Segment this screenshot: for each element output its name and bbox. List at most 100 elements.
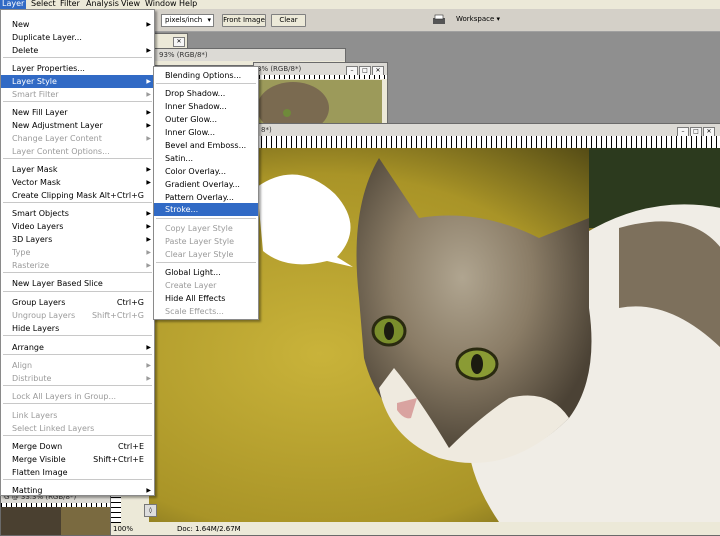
layer-menu-item-label: Distribute <box>12 374 52 383</box>
printer-icon[interactable] <box>432 14 446 26</box>
layer-menu-item-label: Layer Content Options... <box>12 147 110 156</box>
menu-help[interactable]: Help <box>177 0 199 9</box>
shortcut-label: Ctrl+G <box>116 298 144 307</box>
menu-separator <box>156 262 256 263</box>
layer-menu-item[interactable]: Merge Visible Shift+Ctrl+E <box>1 453 154 466</box>
layer-menu-item-label: New Layer Based Slice <box>12 279 103 288</box>
menu-layer[interactable]: Layer <box>0 0 27 9</box>
layer-menu-item[interactable]: Layer Properties... <box>1 62 154 75</box>
layer-style-menu-item-label: Blending Options... <box>165 71 242 80</box>
menu-select[interactable]: Select <box>29 0 58 9</box>
menu-separator <box>3 403 152 404</box>
layer-style-menu-item: Copy Layer Style <box>154 222 258 235</box>
shortcut-label: Alt+Ctrl+G <box>99 191 144 200</box>
layer-style-menu-item[interactable]: Global Light... <box>154 266 258 279</box>
layer-menu-item[interactable]: Hide Layers <box>1 322 154 335</box>
layer-menu-item: Lock All Layers in Group... <box>1 390 154 403</box>
layer-menu-item[interactable]: New Layer Based Slice <box>1 277 154 290</box>
menu-window[interactable]: Window <box>143 0 179 9</box>
layer-style-menu-item: Create Layer <box>154 279 258 292</box>
layer-style-menu-item[interactable]: Gradient Overlay... <box>154 178 258 191</box>
front-image-button[interactable]: Front Image <box>222 14 266 27</box>
zoom-level[interactable]: 100% <box>113 524 133 534</box>
menu-separator <box>3 202 152 203</box>
layer-style-menu-item[interactable]: Stroke... <box>154 203 258 216</box>
menu-separator <box>3 479 152 480</box>
submenu-arrow-icon: ▶ <box>146 91 151 98</box>
layer-style-menu-item[interactable]: Outer Glow... <box>154 113 258 126</box>
menu-separator <box>156 218 256 219</box>
menu-separator <box>3 272 152 273</box>
layer-style-menu-item-label: Clear Layer Style <box>165 250 234 259</box>
layer-style-menu-item-label: Inner Shadow... <box>165 102 227 111</box>
layer-style-menu-item[interactable]: Satin... <box>154 152 258 165</box>
layer-menu-item[interactable]: 3D Layers ▶ <box>1 233 154 246</box>
clear-button[interactable]: Clear <box>271 14 306 27</box>
layer-style-menu-item[interactable]: Inner Glow... <box>154 126 258 139</box>
doc-window-back-1[interactable]: ✕ <box>150 33 188 49</box>
layer-menu-item[interactable]: New Fill Layer ▶ <box>1 106 154 119</box>
menu-view[interactable]: View <box>119 0 142 9</box>
menu-separator <box>3 57 152 58</box>
workspace-menu[interactable]: Workspace ▾ <box>456 15 500 23</box>
scroll-arrow-icon[interactable]: ◊ <box>144 504 157 517</box>
menu-separator <box>3 335 152 336</box>
layer-menu-item-label: Flatten Image <box>12 468 68 477</box>
close-icon[interactable]: ✕ <box>173 37 185 47</box>
layer-menu-item[interactable]: Duplicate Layer... <box>1 31 154 44</box>
horizontal-ruler <box>254 75 387 79</box>
layer-style-menu-item-label: Drop Shadow... <box>165 89 226 98</box>
layer-style-menu-item-label: Pattern Overlay... <box>165 193 234 202</box>
layer-menu-item-label: New <box>12 20 30 29</box>
layer-menu-item[interactable]: Vector Mask ▶ <box>1 176 154 189</box>
layer-menu-item[interactable]: Create Clipping Mask Alt+Ctrl+G <box>1 189 154 202</box>
layer-menu-item[interactable]: Arrange ▶ <box>1 341 154 354</box>
layer-menu-item-label: Link Layers <box>12 411 58 420</box>
layer-menu-item[interactable]: Group Layers Ctrl+G <box>1 296 154 309</box>
layer-menu-item[interactable]: Layer Style ▶ <box>1 75 154 88</box>
layer-menu-item[interactable]: Layer Mask ▶ <box>1 163 154 176</box>
layer-style-menu-item[interactable]: Hide All Effects <box>154 292 258 305</box>
layer-menu-item-label: Ungroup Layers <box>12 311 76 320</box>
layer-style-menu-item-label: Color Overlay... <box>165 167 227 176</box>
layer-menu-item[interactable]: Smart Objects ▶ <box>1 207 154 220</box>
layer-menu-item[interactable]: Video Layers ▶ <box>1 220 154 233</box>
layer-style-menu-item[interactable]: Bevel and Emboss... <box>154 139 258 152</box>
layer-menu-item-label: Rasterize <box>12 261 50 270</box>
layer-menu-item-label: Merge Visible <box>12 455 66 464</box>
layer-style-menu-item-label: Stroke... <box>165 205 199 214</box>
layer-style-menu-item-label: Inner Glow... <box>165 128 216 137</box>
layer-menu-item-label: Delete <box>12 46 39 55</box>
layer-menu-item[interactable]: New ▶ <box>1 18 154 31</box>
layer-menu-item[interactable]: Merge Down Ctrl+E <box>1 440 154 453</box>
layer-menu-item-label: Smart Filter <box>12 90 59 99</box>
layer-style-menu-item[interactable]: Inner Shadow... <box>154 100 258 113</box>
layer-menu-item-label: Type <box>12 248 31 257</box>
layer-style-menu-item-label: Paste Layer Style <box>165 237 235 246</box>
layer-menu-item[interactable]: Flatten Image <box>1 466 154 479</box>
doc-window-back-3[interactable]: 3% (RGB/8*) – □ ✕ <box>253 62 388 126</box>
layer-menu-item-label: New Fill Layer <box>12 108 68 117</box>
layer-menu-item[interactable]: New Adjustment Layer ▶ <box>1 119 154 132</box>
layer-menu-item-label: Duplicate Layer... <box>12 33 82 42</box>
resolution-unit-select[interactable]: pixels/inch ▾ <box>161 14 214 27</box>
menu-analysis[interactable]: Analysis <box>84 0 121 9</box>
doc-front-title-text: 8*) <box>261 126 272 134</box>
layer-style-menu-item[interactable]: Color Overlay... <box>154 165 258 178</box>
submenu-arrow-icon: ▶ <box>146 210 151 217</box>
cat-thumbnail-image <box>257 80 382 123</box>
layer-style-menu-item[interactable]: Blending Options... <box>154 69 258 82</box>
shortcut-label: Shift+Ctrl+G <box>91 311 144 320</box>
layer-menu-item[interactable]: Delete ▶ <box>1 44 154 57</box>
shortcut-label: Shift+Ctrl+E <box>93 455 144 464</box>
menu-filter[interactable]: Filter <box>58 0 82 9</box>
layer-menu-item-label: Layer Style <box>12 77 57 86</box>
layer-menu-item[interactable]: Matting ▶ <box>1 484 154 497</box>
layer-menu: New ▶ Duplicate Layer... Delete ▶ Layer Prope… <box>0 9 155 496</box>
menu-separator <box>156 83 256 84</box>
layer-style-menu-item-label: Satin... <box>165 154 194 163</box>
layer-style-menu-item[interactable]: Drop Shadow... <box>154 87 258 100</box>
submenu-arrow-icon: ▶ <box>146 375 151 382</box>
layer-menu-item: Ungroup Layers Shift+Ctrl+G <box>1 309 154 322</box>
layer-menu-item-label: Select Linked Layers <box>12 424 95 433</box>
